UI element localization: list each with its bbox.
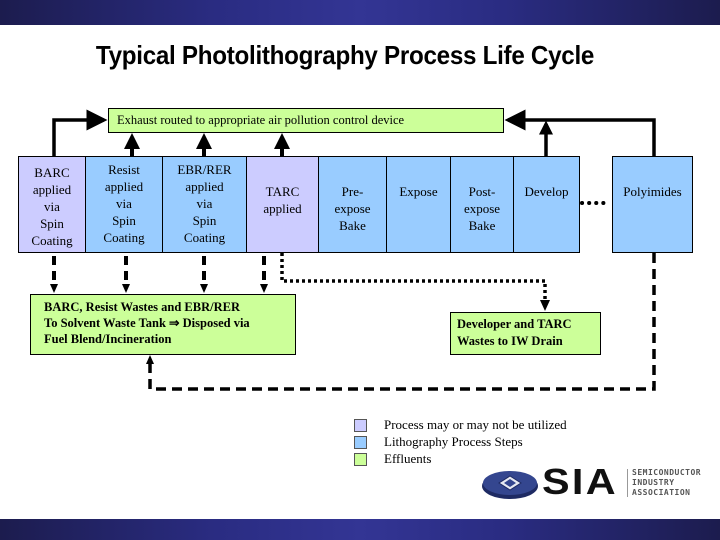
step-expose: Expose (386, 156, 451, 253)
logo-divider (627, 469, 628, 497)
step-ebr-rer: EBR/RER applied via Spin Coating (162, 156, 247, 253)
arrowhead (200, 284, 208, 293)
step-label: BARC applied via Spin Coating (31, 165, 73, 248)
legend-label: Lithography Process Steps (384, 434, 523, 449)
step-resist: Resist applied via Spin Coating (85, 156, 163, 253)
arrowhead (122, 284, 130, 293)
step-barc: BARC applied via Spin Coating (18, 156, 86, 253)
step-post-expose-bake: Post- expose Bake (450, 156, 514, 253)
step-label: Polyimides (623, 184, 682, 199)
step-label: Expose (399, 184, 438, 199)
exhaust-arrow-barc (52, 109, 108, 156)
legend-label: Effluents (384, 451, 432, 466)
bottom-banner (0, 519, 720, 540)
sia-logo: SIA SEMICONDUCTOR INDUSTRY ASSOCIATION (480, 461, 702, 503)
legend-swatch (354, 453, 367, 466)
step-tarc: TARC applied (246, 156, 319, 253)
step-label: Post- expose Bake (463, 184, 501, 233)
step-pre-expose-bake: Pre- expose Bake (318, 156, 387, 253)
tarc-to-iw-drain-line (280, 253, 547, 300)
step-label: EBR/RER applied via Spin Coating (177, 162, 232, 245)
sia-logo-mark-icon (482, 471, 538, 499)
arrowhead (260, 284, 268, 293)
arrowhead (146, 355, 154, 364)
developer-waste-box: Developer and TARC Wastes to IW Drain (450, 312, 601, 355)
step-label: Pre- expose Bake (334, 184, 371, 233)
step-label: TARC applied (263, 184, 302, 216)
sia-letters: SIA (542, 461, 618, 502)
step-polyimides: Polyimides (612, 156, 693, 253)
exhaust-box: Exhaust routed to appropriate air pollut… (108, 108, 504, 133)
solvent-waste-box: BARC, Resist Wastes and EBR/RER To Solve… (30, 294, 296, 355)
sia-subtitle: SEMICONDUCTOR INDUSTRY ASSOCIATION (632, 468, 702, 497)
legend-swatch (354, 436, 367, 449)
legend-swatch (354, 419, 367, 432)
exhaust-arrow-polyimides (504, 109, 656, 156)
legend-label: Process may or may not be utilized (384, 417, 567, 432)
step-develop: Develop (513, 156, 580, 253)
step-label: Resist applied via Spin Coating (103, 162, 145, 245)
arrowhead (540, 300, 550, 311)
step-label: Develop (524, 184, 569, 199)
arrowhead (50, 284, 58, 293)
